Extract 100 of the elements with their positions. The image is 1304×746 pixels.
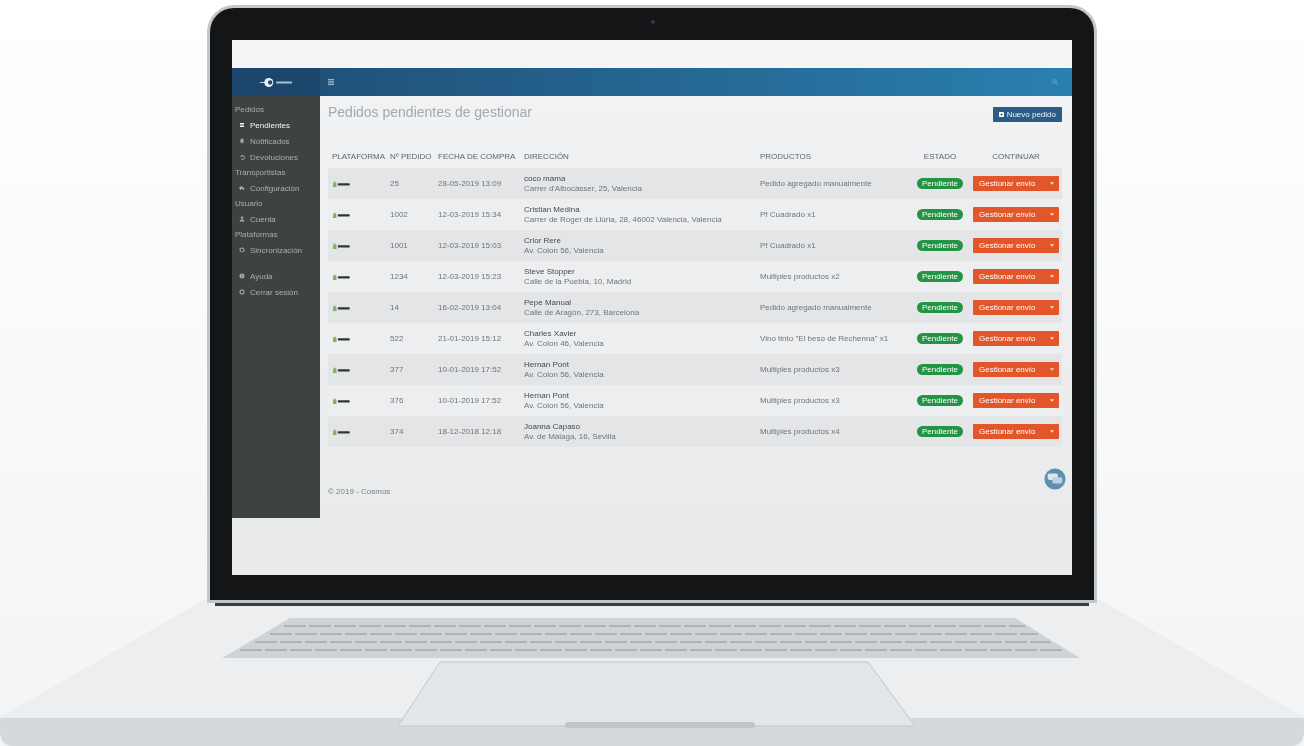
list-icon: [239, 122, 245, 128]
purchase-date: 18-12-2018 12:18: [437, 427, 503, 436]
column-header: PRODUCTOS: [759, 151, 812, 161]
caret-icon: [1050, 244, 1054, 247]
sidebar-section-label: Plataformas: [234, 229, 279, 241]
truck-icon: [239, 185, 245, 191]
caret-icon: [1050, 306, 1054, 309]
sidebar-item[interactable]: Pendientes: [232, 117, 320, 133]
status-badge: Pendiente: [917, 209, 963, 220]
customer-address: Carrer d'Albocàsser, 25, Valencia: [524, 184, 643, 193]
column-header: FECHA DE COMPRA: [437, 151, 517, 161]
camera-dot: [651, 20, 655, 24]
manage-shipment-button[interactable]: Gestionar envío: [973, 176, 1059, 191]
caret-icon: [1050, 213, 1054, 216]
sidebar-section-label: Usuario: [234, 198, 264, 210]
column-header: PLATAFORMA: [331, 151, 386, 161]
caret-icon: [1050, 399, 1054, 402]
column-header: ESTADO: [923, 151, 957, 161]
shopping-bag-logo-icon: [332, 242, 351, 249]
purchase-date: 21-01-2019 15:12: [437, 334, 503, 343]
products-text: Pf Cuadrado x1: [759, 241, 817, 250]
plus-icon: [998, 112, 1004, 117]
column-header: Nº PEDIDO: [389, 151, 433, 161]
customer-address: Carrer de Roger de Llúria, 28, 46002 Valencia, Valencia: [524, 215, 723, 224]
customer-name: Cristian Medina: [524, 205, 581, 214]
purchase-date: 12-03-2019 15:34: [437, 210, 503, 219]
status-badge: Pendiente: [917, 364, 963, 375]
products-text: Multiples productos x3: [759, 396, 841, 405]
order-number: 377: [389, 365, 405, 374]
manage-shipment-button[interactable]: Gestionar envío: [973, 362, 1059, 377]
products-text: Pf Cuadrado x1: [759, 210, 817, 219]
new-order-button[interactable]: Nuevo pedido: [992, 107, 1062, 122]
sidebar-item[interactable]: Ayuda: [232, 268, 320, 284]
products-text: Pedido agregado manualmente: [759, 179, 873, 188]
sidebar-item[interactable]: Sincronización: [232, 242, 320, 258]
logo-icon: [258, 76, 294, 88]
manage-shipment-button[interactable]: Gestionar envío: [973, 238, 1059, 253]
status-badge: Pendiente: [917, 333, 963, 344]
status-badge: Pendiente: [917, 395, 963, 406]
customer-name: Crior Rere: [524, 236, 562, 245]
purchase-date: 12-03-2019 15:03: [437, 241, 503, 250]
shopping-bag-logo-icon: [332, 397, 351, 404]
menu-icon[interactable]: [328, 79, 334, 85]
manage-shipment-button[interactable]: Gestionar envío: [973, 269, 1059, 284]
status-badge: Pendiente: [917, 178, 963, 189]
customer-name: Steve Stopper: [524, 267, 576, 276]
customer-name: Joanna Capaso: [524, 422, 582, 431]
status-badge: Pendiente: [917, 426, 963, 437]
order-number: 25: [389, 179, 400, 188]
sidebar-item[interactable]: Configuración: [232, 180, 320, 196]
bell-icon: [239, 138, 245, 144]
order-number: 522: [389, 334, 405, 343]
order-number: 374: [389, 427, 405, 436]
caret-icon: [1050, 275, 1054, 278]
manage-shipment-button[interactable]: Gestionar envío: [973, 393, 1059, 408]
purchase-date: 10-01-2019 17:52: [437, 365, 503, 374]
purchase-date: 16-02-2019 13:04: [437, 303, 503, 312]
products-text: Multiples productos x3: [759, 365, 841, 374]
sidebar-item[interactable]: Notificados: [232, 133, 320, 149]
customer-address: Av. de Málaga, 16, Sevilla: [524, 432, 617, 441]
order-number: 1234: [389, 272, 409, 281]
user-icon: [239, 216, 245, 222]
shopping-bag-logo-icon: [332, 304, 351, 311]
shopping-bag-logo-icon: [332, 273, 351, 280]
manage-shipment-button[interactable]: Gestionar envío: [973, 207, 1059, 222]
customer-name: Hernan Pont: [524, 360, 570, 369]
customer-address: Av. Colon 46, Valencia: [524, 339, 605, 348]
shopping-bag-logo-icon: [332, 366, 351, 373]
customer-address: Calle de Aragón, 273, Barcelona: [524, 308, 641, 317]
column-header: CONTINUAR: [992, 151, 1040, 161]
purchase-date: 12-03-2019 15:23: [437, 272, 503, 281]
manage-shipment-button[interactable]: Gestionar envío: [973, 300, 1059, 315]
manage-shipment-button[interactable]: Gestionar envío: [973, 424, 1059, 439]
customer-address: Calle de la Puebla, 10, Madrid: [524, 277, 633, 286]
sidebar-section-label: Transportistas: [234, 167, 287, 179]
shopping-bag-logo-icon: [332, 335, 351, 342]
search-icon[interactable]: [1052, 79, 1058, 85]
customer-address: Av. Colon 56, Valencia: [524, 401, 605, 410]
manage-shipment-button[interactable]: Gestionar envío: [973, 331, 1059, 346]
footer-text: © 2019 - Cosmos: [328, 487, 392, 496]
column-header: DIRECCIÓN: [523, 151, 570, 161]
products-text: Pedido agregado manualmente: [759, 303, 873, 312]
sidebar-item[interactable]: Cuenta: [232, 211, 320, 227]
order-number: 376: [389, 396, 405, 405]
undo-icon: [239, 154, 245, 160]
customer-name: Hernan Pont: [524, 391, 570, 400]
status-badge: Pendiente: [917, 271, 963, 282]
sidebar-section-label: Pedidos: [234, 104, 265, 116]
customer-address: Av. Colon 56, Valencia: [524, 370, 605, 379]
purchase-date: 28-05-2019 13:09: [437, 179, 503, 188]
chat-bubbles-icon[interactable]: [1044, 468, 1066, 490]
order-number: 1002: [389, 210, 409, 219]
caret-icon: [1050, 368, 1054, 371]
caret-icon: [1050, 430, 1054, 433]
status-badge: Pendiente: [917, 302, 963, 313]
sidebar-item[interactable]: Cerrar sesión: [232, 284, 320, 300]
order-number: 1001: [389, 241, 409, 250]
sidebar-item[interactable]: Devoluciones: [232, 149, 320, 165]
customer-name: Pepe Manual: [524, 298, 573, 307]
customer-name: Charles Xavier: [524, 329, 578, 338]
